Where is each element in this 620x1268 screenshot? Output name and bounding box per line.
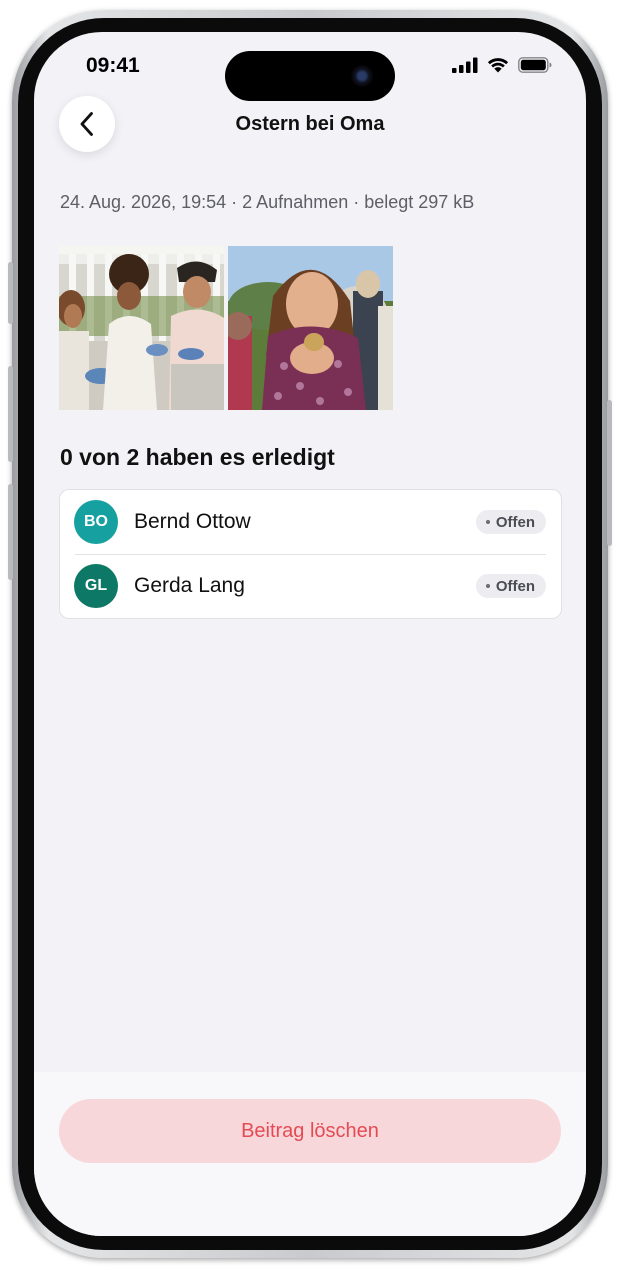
cellular-signal-icon	[452, 57, 478, 73]
girl-photo-image	[228, 246, 393, 410]
volume-up-button	[8, 366, 13, 462]
avatar: GL	[74, 564, 118, 608]
wifi-icon	[487, 58, 509, 73]
list-item[interactable]: GL Gerda Lang Offen	[60, 554, 561, 618]
participant-name: Bernd Ottow	[134, 510, 251, 533]
family-photo-image	[59, 246, 224, 410]
participant-name: Gerda Lang	[134, 574, 245, 597]
avatar: BO	[74, 500, 118, 544]
status-badge-label: Offen	[495, 577, 535, 595]
post-meta: 24. Aug. 2026, 19:54 · 2 Aufnahmen · bel…	[60, 192, 475, 212]
action-button	[8, 262, 13, 324]
completion-summary: 0 von 2 haben es erledigt	[60, 444, 335, 470]
status-badge: Offen	[475, 574, 546, 598]
participant-list: BO Bernd Ottow Offen GL Gerda Lang Offen	[59, 489, 562, 619]
list-item[interactable]: BO Bernd Ottow Offen	[60, 490, 561, 554]
power-button	[607, 400, 612, 546]
photo-thumbnail-girl-chick[interactable]	[228, 246, 393, 410]
status-dot-icon	[485, 520, 490, 524]
dynamic-island	[225, 51, 395, 101]
battery-icon	[518, 56, 552, 73]
camera-icon	[351, 65, 373, 87]
delete-post-button[interactable]: Beitrag löschen	[59, 1099, 561, 1163]
status-badge-label: Offen	[495, 513, 535, 531]
page-title: Ostern bei Oma	[235, 113, 385, 135]
status-dot-icon	[485, 584, 490, 588]
status-icons	[452, 56, 552, 73]
status-badge: Offen	[475, 510, 546, 534]
status-time: 09:41	[86, 54, 140, 77]
photo-grid	[59, 246, 393, 410]
screen: 09:41 Ostern bei Oma 24. Aug. 2026, 19:5…	[34, 32, 586, 1236]
photo-thumbnail-family[interactable]	[59, 246, 224, 410]
volume-down-button	[8, 484, 13, 580]
